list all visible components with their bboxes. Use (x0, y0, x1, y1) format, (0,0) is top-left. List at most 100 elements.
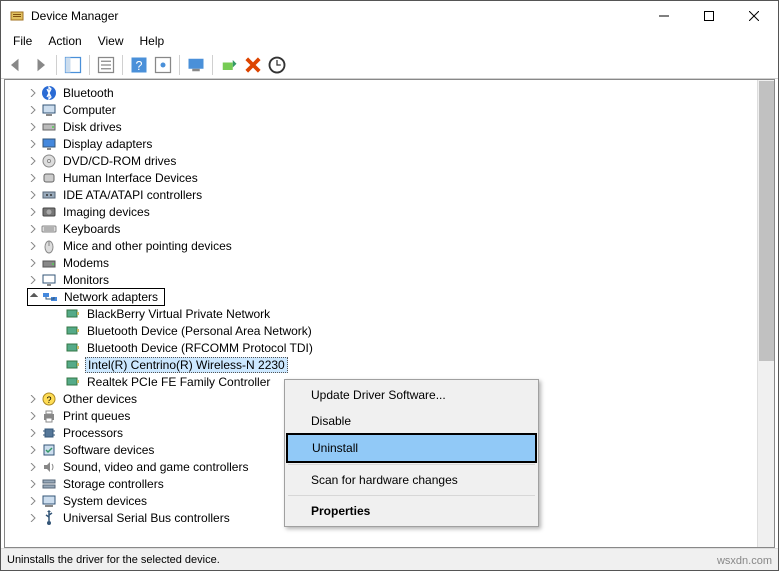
chevron-right-icon[interactable] (27, 257, 39, 269)
window-controls (641, 2, 776, 30)
context-menu-item[interactable]: Uninstall (286, 433, 537, 463)
tree-item[interactable]: Modems (7, 254, 772, 271)
hid-icon (41, 170, 57, 186)
status-text: Uninstalls the driver for the selected d… (7, 554, 220, 566)
forward-button[interactable] (29, 54, 51, 76)
tree-item-label: Mice and other pointing devices (61, 239, 234, 253)
chevron-right-icon[interactable] (27, 206, 39, 218)
svg-text:?: ? (136, 59, 143, 73)
uninstall-button[interactable] (242, 54, 264, 76)
tree-item[interactable]: Disk drives (7, 118, 772, 135)
tree-item[interactable]: Monitors (7, 271, 772, 288)
back-button[interactable] (5, 54, 27, 76)
tree-item[interactable]: Computer (7, 101, 772, 118)
help-button[interactable]: ? (128, 54, 150, 76)
tree-item[interactable]: Network adapters (7, 288, 772, 305)
chevron-right-icon[interactable] (27, 155, 39, 167)
toolbar: ? (1, 51, 778, 79)
context-menu-item[interactable]: Scan for hardware changes (287, 467, 536, 493)
chevron-right-icon[interactable] (27, 478, 39, 490)
menubar: File Action View Help (1, 31, 778, 51)
minimize-button[interactable] (641, 2, 686, 30)
chevron-right-icon[interactable] (27, 104, 39, 116)
tree-item[interactable]: Bluetooth Device (Personal Area Network) (7, 322, 772, 339)
context-menu-item[interactable]: Update Driver Software... (287, 382, 536, 408)
software-icon (41, 442, 57, 458)
chevron-right-icon[interactable] (27, 223, 39, 235)
disk-icon (41, 119, 57, 135)
scrollbar[interactable] (757, 80, 774, 547)
show-hide-tree-button[interactable] (62, 54, 84, 76)
context-menu-item[interactable]: Properties (287, 498, 536, 524)
svg-text:?: ? (46, 395, 51, 405)
network-icon (42, 289, 58, 305)
properties-button[interactable] (95, 54, 117, 76)
chevron-right-icon[interactable] (27, 495, 39, 507)
imaging-icon (41, 204, 57, 220)
chevron-down-icon[interactable] (28, 291, 40, 303)
scrollbar-thumb[interactable] (759, 81, 774, 361)
display-icon (41, 136, 57, 152)
nic-icon (65, 340, 81, 356)
tree-item[interactable]: Mice and other pointing devices (7, 237, 772, 254)
tree-item[interactable]: Human Interface Devices (7, 169, 772, 186)
close-button[interactable] (731, 2, 776, 30)
printer-icon (41, 408, 57, 424)
tree-item[interactable]: Intel(R) Centrino(R) Wireless-N 2230 (7, 356, 772, 373)
chevron-right-icon[interactable] (27, 512, 39, 524)
tree-item[interactable]: BlackBerry Virtual Private Network (7, 305, 772, 322)
chevron-right-icon[interactable] (27, 189, 39, 201)
tree-item-label: Storage controllers (61, 477, 166, 491)
tree-item-label: Bluetooth (61, 86, 116, 100)
tree-item-label: Print queues (61, 409, 132, 423)
menu-help[interactable]: Help (132, 32, 173, 50)
nic-icon (65, 357, 81, 373)
tree-item-label: Computer (61, 103, 118, 117)
tree-item-label: Bluetooth Device (Personal Area Network) (85, 324, 314, 338)
menu-file[interactable]: File (5, 32, 40, 50)
tree-item-label: DVD/CD-ROM drives (61, 154, 178, 168)
scan-hardware-button[interactable] (185, 54, 207, 76)
tree-item-label: Display adapters (61, 137, 154, 151)
chevron-right-icon[interactable] (27, 240, 39, 252)
menu-view[interactable]: View (90, 32, 132, 50)
chevron-right-icon[interactable] (27, 138, 39, 150)
keyboard-icon (41, 221, 57, 237)
tree-item-label: Universal Serial Bus controllers (61, 511, 232, 525)
tree-item[interactable]: Keyboards (7, 220, 772, 237)
enable-button[interactable] (218, 54, 240, 76)
chevron-right-icon[interactable] (27, 172, 39, 184)
tree-item-label: Imaging devices (61, 205, 152, 219)
tree-item[interactable]: DVD/CD-ROM drives (7, 152, 772, 169)
chevron-right-icon[interactable] (27, 461, 39, 473)
tree-item-label: BlackBerry Virtual Private Network (85, 307, 272, 321)
mouse-icon (41, 238, 57, 254)
maximize-button[interactable] (686, 2, 731, 30)
tree-item-label: Modems (61, 256, 111, 270)
chevron-right-icon[interactable] (27, 87, 39, 99)
chevron-right-icon[interactable] (27, 393, 39, 405)
tree-item-label: Sound, video and game controllers (61, 460, 250, 474)
context-menu-item[interactable]: Disable (287, 408, 536, 434)
chevron-right-icon[interactable] (27, 274, 39, 286)
menu-action[interactable]: Action (40, 32, 89, 50)
action-button[interactable] (152, 54, 174, 76)
nic-icon (65, 306, 81, 322)
chevron-right-icon[interactable] (27, 121, 39, 133)
chevron-right-icon[interactable] (27, 444, 39, 456)
update-button[interactable] (266, 54, 288, 76)
tree-item-label: Bluetooth Device (RFCOMM Protocol TDI) (85, 341, 315, 355)
statusbar: Uninstalls the driver for the selected d… (1, 548, 778, 570)
chevron-right-icon[interactable] (27, 410, 39, 422)
tree-item[interactable]: IDE ATA/ATAPI controllers (7, 186, 772, 203)
menu-separator (288, 464, 535, 465)
chevron-right-icon[interactable] (27, 427, 39, 439)
tree-item[interactable]: Bluetooth (7, 84, 772, 101)
tree-item[interactable]: Imaging devices (7, 203, 772, 220)
tree-item-label: Human Interface Devices (61, 171, 200, 185)
tree-item[interactable]: Display adapters (7, 135, 772, 152)
usb-icon (41, 510, 57, 526)
titlebar: Device Manager (1, 1, 778, 31)
cpu-icon (41, 425, 57, 441)
tree-item[interactable]: Bluetooth Device (RFCOMM Protocol TDI) (7, 339, 772, 356)
